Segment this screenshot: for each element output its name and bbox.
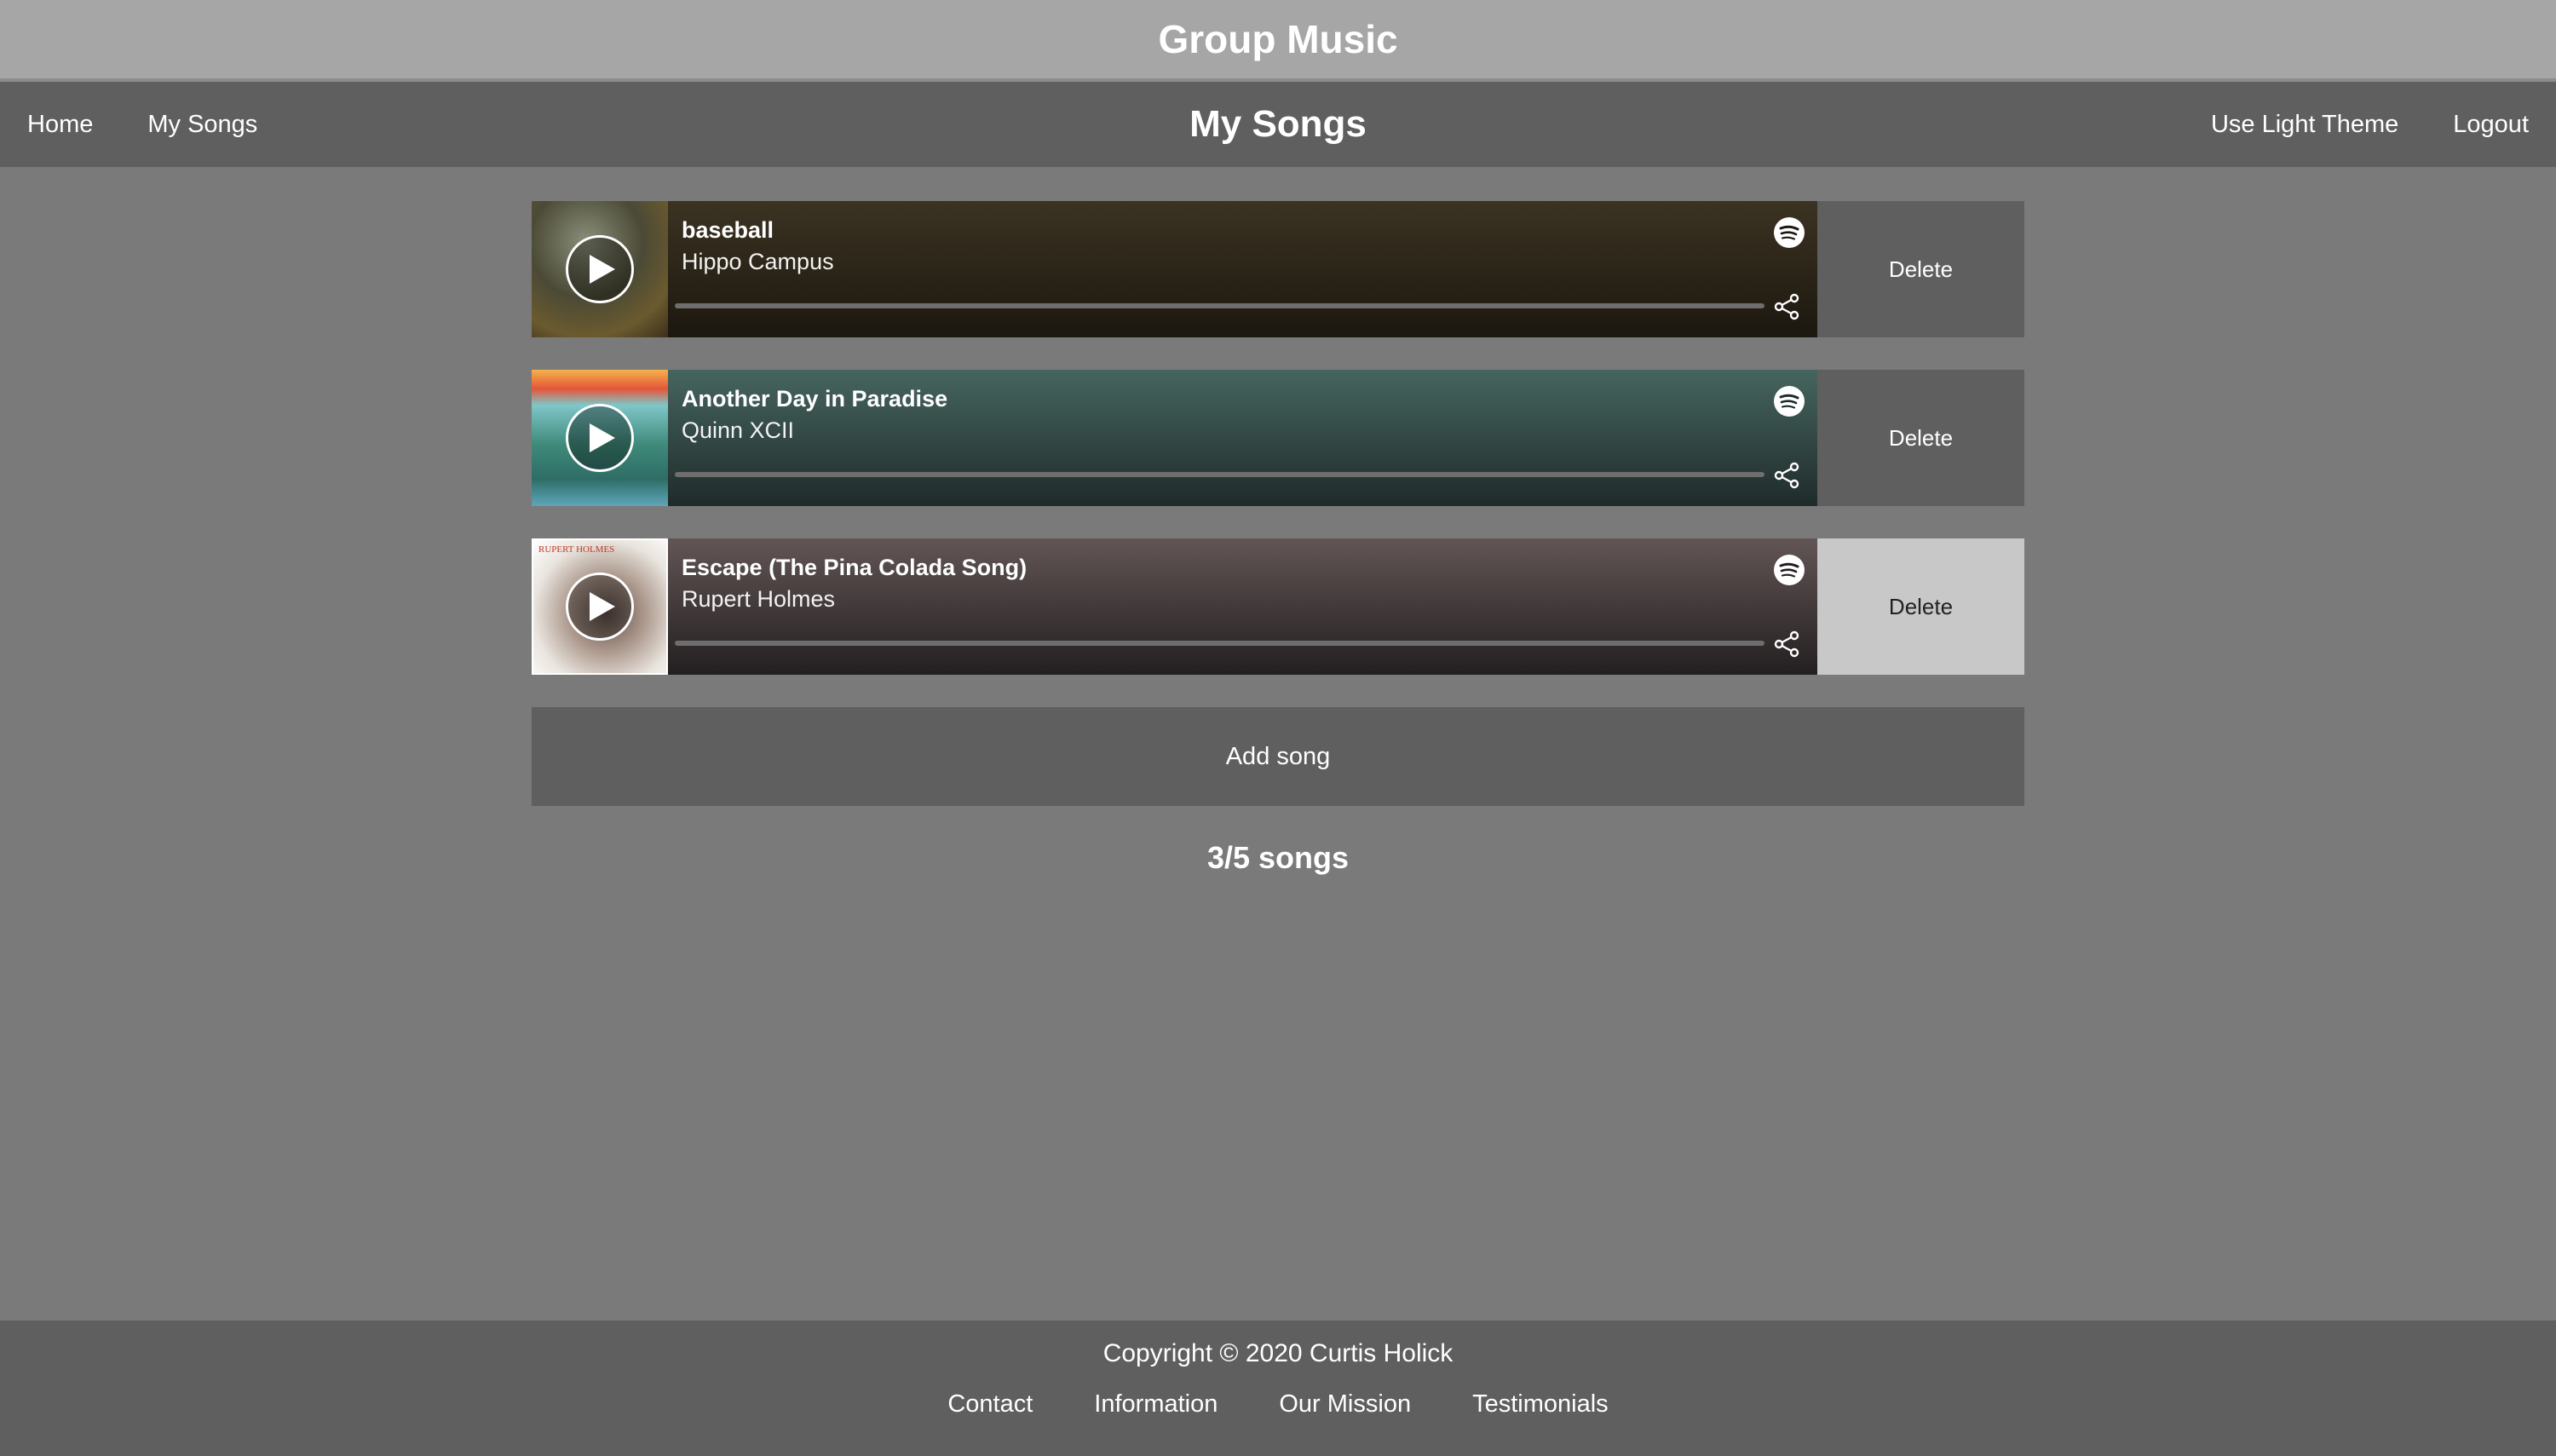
delete-song-button[interactable]: Delete (1817, 370, 2024, 506)
progress-bar[interactable] (675, 641, 1764, 646)
song-row: RUPERT HOLMES Escape (The Pina Colada So… (532, 538, 2024, 675)
logout-link[interactable]: Logout (2453, 111, 2529, 139)
song-list: baseball Hippo Campus Delete Another Day… (532, 201, 2024, 876)
navbar: Home My Songs My Songs Use Light Theme L… (0, 82, 2556, 167)
nav-left: Home My Songs (27, 111, 257, 139)
play-button[interactable] (566, 404, 634, 472)
spotify-icon[interactable] (1773, 385, 1805, 417)
share-icon[interactable] (1773, 293, 1800, 320)
track-info: Another Day in Paradise Quinn XCII (668, 370, 1817, 506)
copyright-text: Copyright © 2020 Curtis Holick (1102, 1339, 1454, 1367)
app-title: Group Music (1158, 17, 1398, 61)
song-row: Another Day in Paradise Quinn XCII Delet… (532, 370, 2024, 506)
app-header: Group Music (0, 0, 2556, 82)
progress-bar[interactable] (675, 303, 1764, 308)
album-art (532, 370, 668, 506)
add-song-button[interactable]: Add song (532, 707, 2024, 806)
footer-contact-link[interactable]: Contact (947, 1390, 1033, 1419)
song-count: 3/5 songs (1206, 840, 1350, 875)
album-art (532, 201, 668, 337)
album-art: RUPERT HOLMES (532, 538, 668, 675)
theme-toggle-link[interactable]: Use Light Theme (2211, 111, 2398, 139)
delete-song-button[interactable]: Delete (1817, 201, 2024, 337)
album-art-lettering: RUPERT HOLMES (538, 544, 615, 555)
share-icon[interactable] (1773, 462, 1800, 489)
spotify-icon[interactable] (1773, 216, 1805, 249)
page-title: My Songs (1189, 103, 1367, 145)
share-icon[interactable] (1773, 630, 1800, 658)
track-artist[interactable]: Rupert Holmes (682, 583, 1804, 616)
song-row: baseball Hippo Campus Delete (532, 201, 2024, 337)
spotify-player-embed: Another Day in Paradise Quinn XCII (532, 370, 1817, 506)
play-button[interactable] (566, 235, 634, 303)
footer-testimonials-link[interactable]: Testimonials (1472, 1390, 1609, 1419)
track-title[interactable]: Escape (The Pina Colada Song) (682, 554, 1804, 583)
play-icon (590, 255, 615, 284)
footer-links: Contact Information Our Mission Testimon… (947, 1390, 1608, 1419)
footer-information-link[interactable]: Information (1094, 1390, 1218, 1419)
track-artist[interactable]: Hippo Campus (682, 245, 1804, 279)
page-title-wrap: My Songs (0, 103, 2556, 146)
play-button[interactable] (566, 573, 634, 641)
spotify-icon[interactable] (1773, 554, 1805, 586)
footer-our-mission-link[interactable]: Our Mission (1279, 1390, 1411, 1419)
play-icon (590, 423, 615, 452)
nav-home-link[interactable]: Home (27, 111, 93, 139)
track-title[interactable]: baseball (682, 216, 1804, 245)
delete-song-button[interactable]: Delete (1817, 538, 2024, 675)
track-artist[interactable]: Quinn XCII (682, 414, 1804, 447)
nav-right: Use Light Theme Logout (2211, 111, 2529, 139)
progress-bar[interactable] (675, 472, 1764, 477)
spotify-player-embed: baseball Hippo Campus (532, 201, 1817, 337)
nav-my-songs-link[interactable]: My Songs (147, 111, 257, 139)
spotify-player-embed: RUPERT HOLMES Escape (The Pina Colada So… (532, 538, 1817, 675)
track-title[interactable]: Another Day in Paradise (682, 385, 1804, 414)
track-info: baseball Hippo Campus (668, 201, 1817, 337)
track-info: Escape (The Pina Colada Song) Rupert Hol… (668, 538, 1817, 675)
footer: Copyright © 2020 Curtis Holick Contact I… (0, 1321, 2556, 1456)
play-icon (590, 592, 615, 621)
